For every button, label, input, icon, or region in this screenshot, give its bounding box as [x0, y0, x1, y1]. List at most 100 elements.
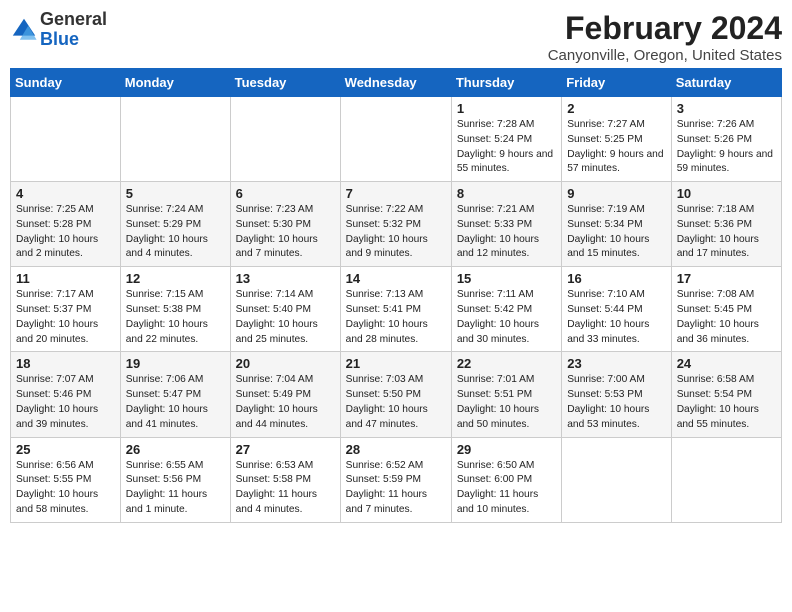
calendar-cell: 3 Sunrise: 7:26 AM Sunset: 5:26 PM Daylig…: [671, 97, 781, 182]
day-number: 23: [567, 356, 665, 371]
day-number: 2: [567, 101, 665, 116]
calendar-cell: 8Sunrise: 7:21 AM Sunset: 5:33 PM Daylig…: [451, 182, 561, 267]
page-header: General Blue February 2024 Canyonville, …: [10, 10, 782, 64]
calendar-cell: 13 Sunrise: 7:14 AM Sunset: 5:40 PM Dayli…: [230, 267, 340, 352]
day-info: Sunrise: 7:11 AM Sunset: 5:42 PM Dayligh…: [457, 288, 556, 347]
calendar-cell: 28Sunrise: 6:52 AM Sunset: 5:59 PM Dayli…: [340, 437, 451, 522]
day-number: 18: [16, 356, 115, 371]
calendar-cell: 15 Sunrise: 7:11 AM Sunset: 5:42 PM Dayli…: [451, 267, 561, 352]
day-info: Sunrise: 7:26 AM Sunset: 5:26 PM Dayligh…: [677, 118, 776, 177]
day-number: 27: [236, 442, 335, 457]
calendar-cell: [671, 437, 781, 522]
weekday-header: Friday: [562, 69, 671, 97]
day-info: Sunrise: 7:21 AM Sunset: 5:33 PM Dayligh…: [457, 203, 556, 262]
calendar-week-row: 18 Sunrise: 7:07 AM Sunset: 5:46 PM Dayli…: [11, 352, 782, 437]
day-info: Sunrise: 7:07 AM Sunset: 5:46 PM Dayligh…: [16, 373, 115, 432]
day-info: Sunrise: 6:55 AM Sunset: 5:56 PM Dayligh…: [126, 459, 225, 518]
calendar-cell: 20Sunrise: 7:04 AM Sunset: 5:49 PM Dayli…: [230, 352, 340, 437]
calendar-cell: [562, 437, 671, 522]
logo-general-text: General: [40, 9, 107, 29]
calendar-cell: 29 Sunrise: 6:50 AM Sunset: 6:00 PM Dayli…: [451, 437, 561, 522]
day-number: 21: [346, 356, 446, 371]
calendar-cell: 16 Sunrise: 7:10 AM Sunset: 5:44 PM Dayli…: [562, 267, 671, 352]
weekday-header: Wednesday: [340, 69, 451, 97]
day-number: 4: [16, 186, 115, 201]
logo: General Blue: [10, 10, 107, 50]
day-info: Sunrise: 7:22 AM Sunset: 5:32 PM Dayligh…: [346, 203, 446, 262]
logo-icon: [10, 16, 38, 44]
day-number: 9: [567, 186, 665, 201]
calendar-cell: 24 Sunrise: 6:58 AM Sunset: 5:54 PM Dayli…: [671, 352, 781, 437]
calendar-cell: 19 Sunrise: 7:06 AM Sunset: 5:47 PM Dayli…: [120, 352, 230, 437]
calendar-cell: 10Sunrise: 7:18 AM Sunset: 5:36 PM Dayli…: [671, 182, 781, 267]
calendar-cell: 22 Sunrise: 7:01 AM Sunset: 5:51 PM Dayli…: [451, 352, 561, 437]
calendar-cell: 12 Sunrise: 7:15 AM Sunset: 5:38 PM Dayli…: [120, 267, 230, 352]
day-number: 3: [677, 101, 776, 116]
day-info: Sunrise: 7:06 AM Sunset: 5:47 PM Dayligh…: [126, 373, 225, 432]
calendar-cell: [11, 97, 121, 182]
calendar-header-row: SundayMondayTuesdayWednesdayThursdayFrid…: [11, 69, 782, 97]
day-number: 24: [677, 356, 776, 371]
calendar-cell: [230, 97, 340, 182]
day-number: 11: [16, 271, 115, 286]
calendar-cell: 2Sunrise: 7:27 AM Sunset: 5:25 PM Daylig…: [562, 97, 671, 182]
day-number: 29: [457, 442, 556, 457]
weekday-header: Sunday: [11, 69, 121, 97]
calendar-cell: 11 Sunrise: 7:17 AM Sunset: 5:37 PM Dayli…: [11, 267, 121, 352]
day-number: 22: [457, 356, 556, 371]
calendar-cell: 21 Sunrise: 7:03 AM Sunset: 5:50 PM Dayli…: [340, 352, 451, 437]
day-number: 14: [346, 271, 446, 286]
calendar-cell: 14 Sunrise: 7:13 AM Sunset: 5:41 PM Dayli…: [340, 267, 451, 352]
calendar-cell: 26 Sunrise: 6:55 AM Sunset: 5:56 PM Dayli…: [120, 437, 230, 522]
calendar-cell: 4 Sunrise: 7:25 AM Sunset: 5:28 PM Daylig…: [11, 182, 121, 267]
weekday-header: Monday: [120, 69, 230, 97]
calendar-week-row: 11 Sunrise: 7:17 AM Sunset: 5:37 PM Dayli…: [11, 267, 782, 352]
calendar-cell: 6Sunrise: 7:23 AM Sunset: 5:30 PM Daylig…: [230, 182, 340, 267]
day-number: 17: [677, 271, 776, 286]
calendar-cell: 17 Sunrise: 7:08 AM Sunset: 5:45 PM Dayli…: [671, 267, 781, 352]
calendar-cell: 18 Sunrise: 7:07 AM Sunset: 5:46 PM Dayli…: [11, 352, 121, 437]
calendar-week-row: 4 Sunrise: 7:25 AM Sunset: 5:28 PM Daylig…: [11, 182, 782, 267]
calendar-subtitle: Canyonville, Oregon, United States: [548, 47, 782, 64]
calendar-title: February 2024: [548, 10, 782, 47]
title-block: February 2024 Canyonville, Oregon, Unite…: [548, 10, 782, 64]
calendar-cell: 1 Sunrise: 7:28 AM Sunset: 5:24 PM Daylig…: [451, 97, 561, 182]
day-info: Sunrise: 6:58 AM Sunset: 5:54 PM Dayligh…: [677, 373, 776, 432]
day-info: Sunrise: 6:56 AM Sunset: 5:55 PM Dayligh…: [16, 459, 115, 518]
day-info: Sunrise: 7:15 AM Sunset: 5:38 PM Dayligh…: [126, 288, 225, 347]
logo-blue-text: Blue: [40, 29, 79, 49]
calendar-cell: 25Sunrise: 6:56 AM Sunset: 5:55 PM Dayli…: [11, 437, 121, 522]
calendar-week-row: 25Sunrise: 6:56 AM Sunset: 5:55 PM Dayli…: [11, 437, 782, 522]
day-info: Sunrise: 7:10 AM Sunset: 5:44 PM Dayligh…: [567, 288, 665, 347]
day-info: Sunrise: 7:08 AM Sunset: 5:45 PM Dayligh…: [677, 288, 776, 347]
calendar-cell: 7Sunrise: 7:22 AM Sunset: 5:32 PM Daylig…: [340, 182, 451, 267]
day-number: 16: [567, 271, 665, 286]
day-number: 15: [457, 271, 556, 286]
day-number: 12: [126, 271, 225, 286]
calendar-cell: 27Sunrise: 6:53 AM Sunset: 5:58 PM Dayli…: [230, 437, 340, 522]
day-info: Sunrise: 7:00 AM Sunset: 5:53 PM Dayligh…: [567, 373, 665, 432]
weekday-header: Tuesday: [230, 69, 340, 97]
day-info: Sunrise: 7:14 AM Sunset: 5:40 PM Dayligh…: [236, 288, 335, 347]
day-info: Sunrise: 7:01 AM Sunset: 5:51 PM Dayligh…: [457, 373, 556, 432]
day-number: 13: [236, 271, 335, 286]
calendar-cell: 9 Sunrise: 7:19 AM Sunset: 5:34 PM Daylig…: [562, 182, 671, 267]
day-number: 28: [346, 442, 446, 457]
day-info: Sunrise: 7:13 AM Sunset: 5:41 PM Dayligh…: [346, 288, 446, 347]
day-info: Sunrise: 7:17 AM Sunset: 5:37 PM Dayligh…: [16, 288, 115, 347]
weekday-header: Thursday: [451, 69, 561, 97]
day-number: 20: [236, 356, 335, 371]
day-number: 5: [126, 186, 225, 201]
day-number: 1: [457, 101, 556, 116]
day-number: 19: [126, 356, 225, 371]
day-info: Sunrise: 7:25 AM Sunset: 5:28 PM Dayligh…: [16, 203, 115, 262]
day-info: Sunrise: 6:50 AM Sunset: 6:00 PM Dayligh…: [457, 459, 556, 518]
calendar-cell: [340, 97, 451, 182]
calendar-table: SundayMondayTuesdayWednesdayThursdayFrid…: [10, 68, 782, 523]
calendar-cell: 5 Sunrise: 7:24 AM Sunset: 5:29 PM Daylig…: [120, 182, 230, 267]
day-info: Sunrise: 7:28 AM Sunset: 5:24 PM Dayligh…: [457, 118, 556, 177]
day-info: Sunrise: 7:03 AM Sunset: 5:50 PM Dayligh…: [346, 373, 446, 432]
day-info: Sunrise: 7:24 AM Sunset: 5:29 PM Dayligh…: [126, 203, 225, 262]
day-info: Sunrise: 7:19 AM Sunset: 5:34 PM Dayligh…: [567, 203, 665, 262]
day-number: 26: [126, 442, 225, 457]
